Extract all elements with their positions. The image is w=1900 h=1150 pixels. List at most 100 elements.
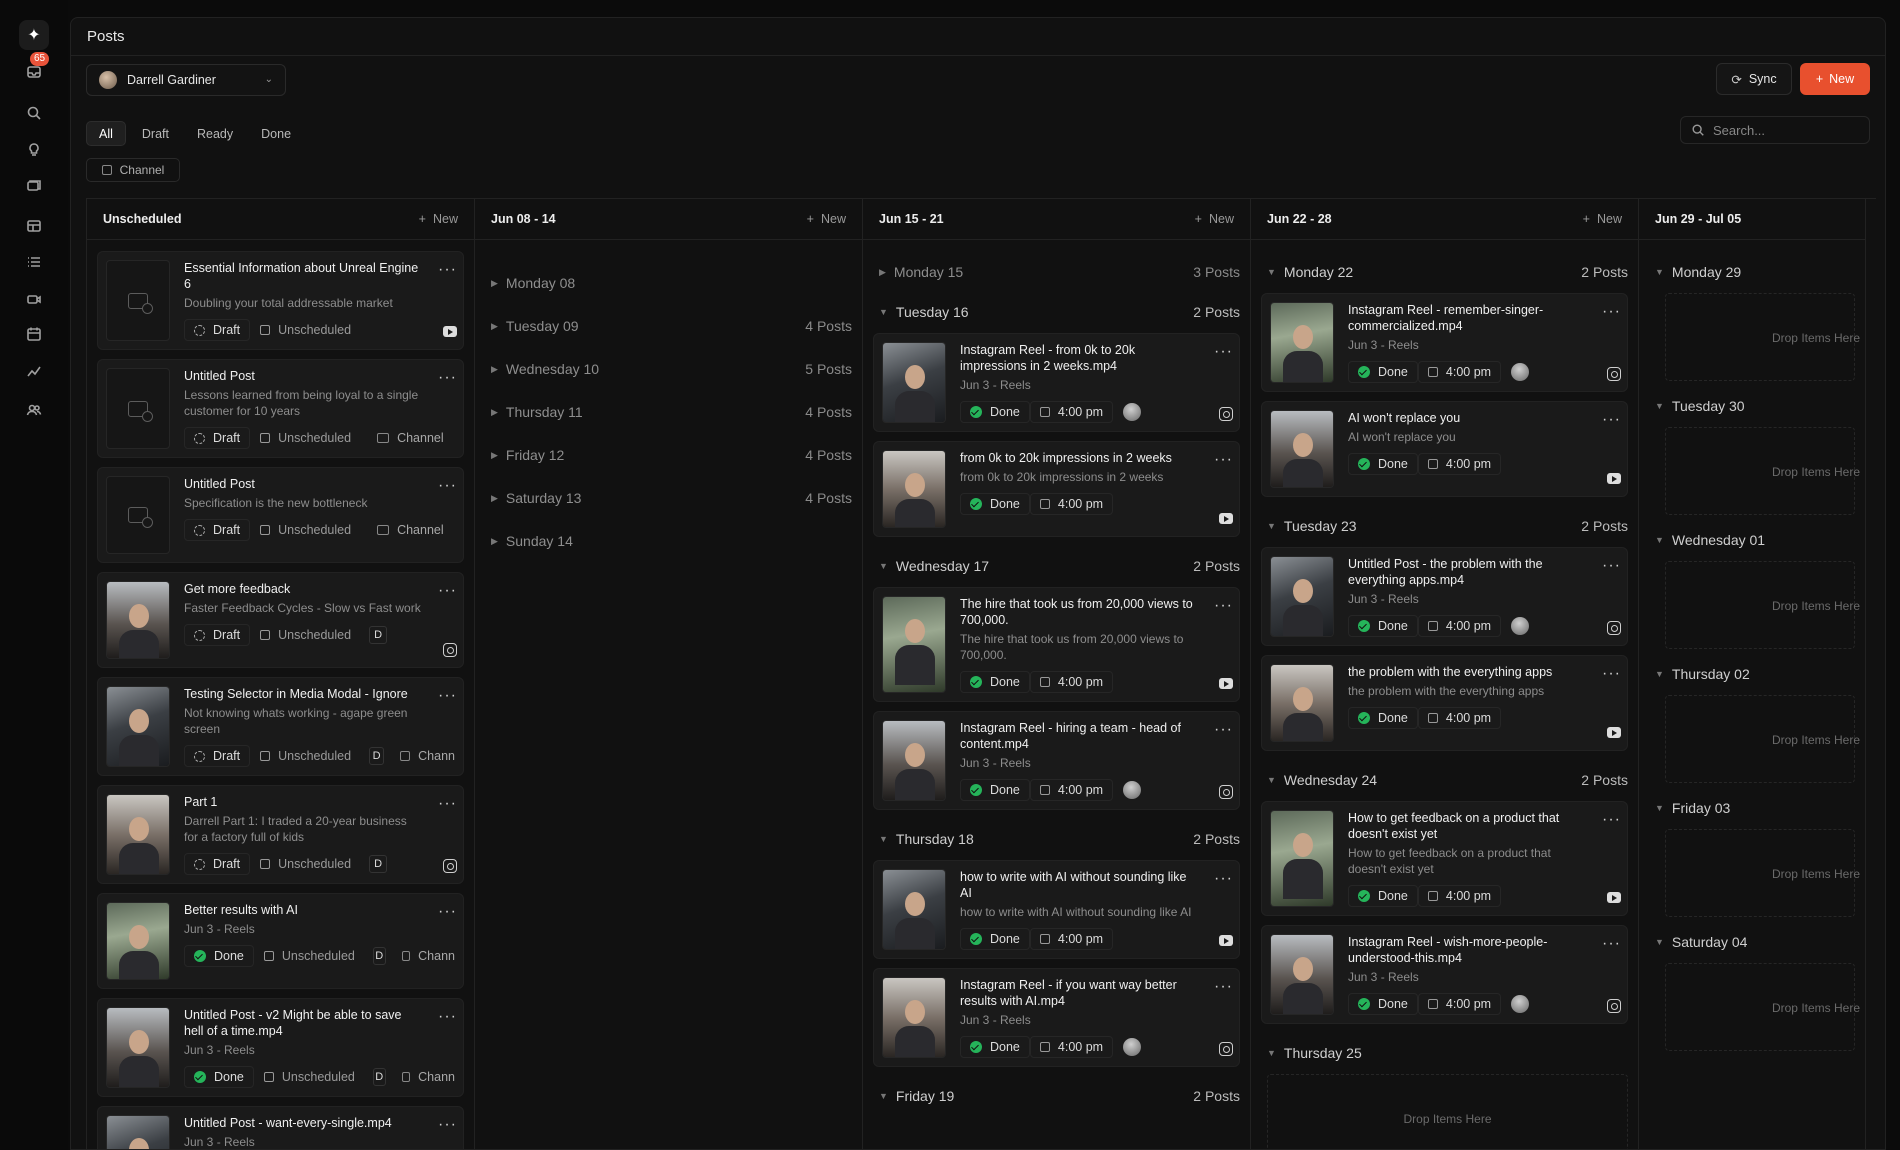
- sync-button[interactable]: ⟳ Sync: [1716, 63, 1792, 95]
- tab-done[interactable]: Done: [249, 121, 303, 146]
- date-pill[interactable]: Unscheduled: [250, 519, 361, 541]
- post-card[interactable]: the problem with the everything apps the …: [1261, 655, 1628, 751]
- column-new-button[interactable]: + New: [807, 212, 846, 226]
- date-pill[interactable]: Unscheduled: [250, 427, 361, 449]
- day-header[interactable]: ▼ Wednesday 17 2 Posts: [879, 555, 1240, 577]
- more-options-icon[interactable]: ···: [1602, 812, 1621, 828]
- tab-ready[interactable]: Ready: [185, 121, 245, 146]
- more-options-icon[interactable]: ···: [438, 796, 457, 812]
- day-header[interactable]: ▼ Thursday 02: [1655, 663, 1855, 685]
- post-card[interactable]: how to write with AI without sounding li…: [873, 860, 1240, 959]
- more-options-icon[interactable]: ···: [1602, 412, 1621, 428]
- date-pill[interactable]: Unscheduled: [250, 624, 361, 646]
- analytics-icon[interactable]: [20, 357, 48, 385]
- status-pill[interactable]: Done: [960, 779, 1030, 801]
- more-options-icon[interactable]: ···: [1214, 452, 1233, 468]
- post-card[interactable]: from 0k to 20k impressions in 2 weeks fro…: [873, 441, 1240, 537]
- post-card[interactable]: Instagram Reel - hiring a team - head of…: [873, 711, 1240, 810]
- user-selector[interactable]: Darrell Gardiner ⌄: [86, 63, 286, 96]
- unscheduled-post-card[interactable]: Get more feedback Faster Feedback Cycles …: [97, 572, 464, 668]
- unscheduled-post-card[interactable]: Testing Selector in Media Modal - Ignore…: [97, 677, 464, 776]
- assignee-avatar[interactable]: [1123, 1038, 1142, 1056]
- more-options-icon[interactable]: ···: [1214, 598, 1233, 614]
- post-card[interactable]: Instagram Reel - from 0k to 20k impressi…: [873, 333, 1240, 432]
- column-new-button[interactable]: + New: [1195, 212, 1234, 226]
- more-options-icon[interactable]: ···: [438, 583, 457, 599]
- assignee-avatar[interactable]: [1123, 781, 1142, 799]
- assignee-chip[interactable]: D: [369, 747, 385, 765]
- search-input[interactable]: Search...: [1680, 116, 1870, 144]
- day-header[interactable]: ▼ Wednesday 01: [1655, 529, 1855, 551]
- day-header[interactable]: ▼ Monday 29: [1655, 261, 1855, 283]
- date-pill[interactable]: Unscheduled: [254, 1066, 365, 1088]
- day-header[interactable]: ▼ Thursday 18 2 Posts: [879, 828, 1240, 850]
- date-pill[interactable]: 4:00 pm: [1029, 779, 1114, 801]
- status-pill[interactable]: Done: [1348, 615, 1418, 637]
- date-pill[interactable]: 4:00 pm: [1417, 707, 1502, 729]
- assignee-chip[interactable]: D: [372, 1068, 386, 1086]
- status-pill[interactable]: Draft: [184, 427, 251, 449]
- lightbulb-icon[interactable]: [20, 136, 48, 164]
- more-options-icon[interactable]: ···: [438, 370, 457, 386]
- date-pill[interactable]: 4:00 pm: [1029, 493, 1114, 515]
- status-pill[interactable]: Done: [960, 928, 1030, 950]
- unscheduled-post-card[interactable]: Untitled Post Specification is the new bo…: [97, 467, 464, 563]
- unscheduled-post-card[interactable]: Better results with AI Jun 3 - Reels Done U…: [97, 893, 464, 989]
- assignee-avatar[interactable]: [1511, 363, 1530, 381]
- day-header[interactable]: ▼ Thursday 25: [1267, 1042, 1628, 1064]
- inbox-icon[interactable]: 65: [20, 52, 50, 86]
- more-options-icon[interactable]: ···: [438, 1009, 457, 1025]
- assignee-avatar[interactable]: [1123, 403, 1142, 421]
- unscheduled-post-card[interactable]: Untitled Post - v2 Might be able to save…: [97, 998, 464, 1097]
- day-header[interactable]: ▼ Friday 03: [1655, 797, 1855, 819]
- logo[interactable]: ✦: [19, 20, 49, 50]
- date-pill[interactable]: Unscheduled: [250, 319, 361, 341]
- status-pill[interactable]: Done: [1348, 453, 1418, 475]
- status-pill[interactable]: Done: [184, 1066, 254, 1088]
- day-header[interactable]: ▶ Sunday 14: [491, 530, 852, 552]
- team-icon[interactable]: [20, 396, 48, 424]
- status-pill[interactable]: Done: [960, 401, 1030, 423]
- status-pill[interactable]: Draft: [184, 519, 251, 541]
- date-pill[interactable]: 4:00 pm: [1417, 453, 1502, 475]
- day-header[interactable]: ▶ Monday 15 3 Posts: [879, 261, 1240, 283]
- drop-zone[interactable]: Drop Items Here: [1665, 561, 1860, 649]
- unscheduled-post-card[interactable]: Part 1 Darrell Part 1: I traded a 20-year…: [97, 785, 464, 884]
- more-options-icon[interactable]: ···: [438, 1117, 457, 1133]
- more-options-icon[interactable]: ···: [438, 904, 457, 920]
- status-pill[interactable]: Done: [960, 671, 1030, 693]
- layout-icon[interactable]: [20, 212, 48, 240]
- column-new-button[interactable]: + New: [1583, 212, 1622, 226]
- more-options-icon[interactable]: ···: [1214, 344, 1233, 360]
- date-pill[interactable]: 4:00 pm: [1417, 885, 1502, 907]
- status-pill[interactable]: Draft: [184, 319, 251, 341]
- drop-zone[interactable]: Drop Items Here: [1665, 963, 1860, 1051]
- status-pill[interactable]: Done: [1348, 361, 1418, 383]
- day-header[interactable]: ▼ Tuesday 16 2 Posts: [879, 301, 1240, 323]
- more-options-icon[interactable]: ···: [1214, 871, 1233, 887]
- day-header[interactable]: ▶ Wednesday 10 5 Posts: [491, 358, 852, 380]
- tab-all[interactable]: All: [86, 121, 126, 146]
- post-card[interactable]: Untitled Post - the problem with the eve…: [1261, 547, 1628, 646]
- date-pill[interactable]: 4:00 pm: [1029, 401, 1114, 423]
- date-pill[interactable]: 4:00 pm: [1029, 671, 1114, 693]
- date-pill[interactable]: 4:00 pm: [1029, 1036, 1114, 1058]
- more-options-icon[interactable]: ···: [1602, 666, 1621, 682]
- assignee-avatar[interactable]: [1511, 617, 1530, 635]
- unscheduled-post-card[interactable]: Essential Information about Unreal Engin…: [97, 251, 464, 350]
- search-nav-icon[interactable]: [20, 99, 48, 127]
- more-options-icon[interactable]: ···: [1602, 304, 1621, 320]
- date-pill[interactable]: Unscheduled: [250, 853, 361, 875]
- date-pill[interactable]: Unscheduled: [254, 945, 365, 967]
- assignee-avatar[interactable]: [1511, 995, 1530, 1013]
- post-card[interactable]: AI won't replace you AI won't replace you…: [1261, 401, 1628, 497]
- calendar-nav-icon[interactable]: [20, 320, 48, 348]
- post-card[interactable]: How to get feedback on a product that do…: [1261, 801, 1628, 916]
- day-header[interactable]: ▼ Friday 19 2 Posts: [879, 1085, 1240, 1107]
- status-pill[interactable]: Done: [1348, 993, 1418, 1015]
- post-card[interactable]: Instagram Reel - wish-more-people-unders…: [1261, 925, 1628, 1024]
- drop-zone[interactable]: Drop Items Here: [1267, 1074, 1628, 1149]
- assignee-chip[interactable]: D: [369, 626, 388, 644]
- column-new-button[interactable]: + New: [419, 212, 458, 226]
- day-header[interactable]: ▶ Saturday 13 4 Posts: [491, 487, 852, 509]
